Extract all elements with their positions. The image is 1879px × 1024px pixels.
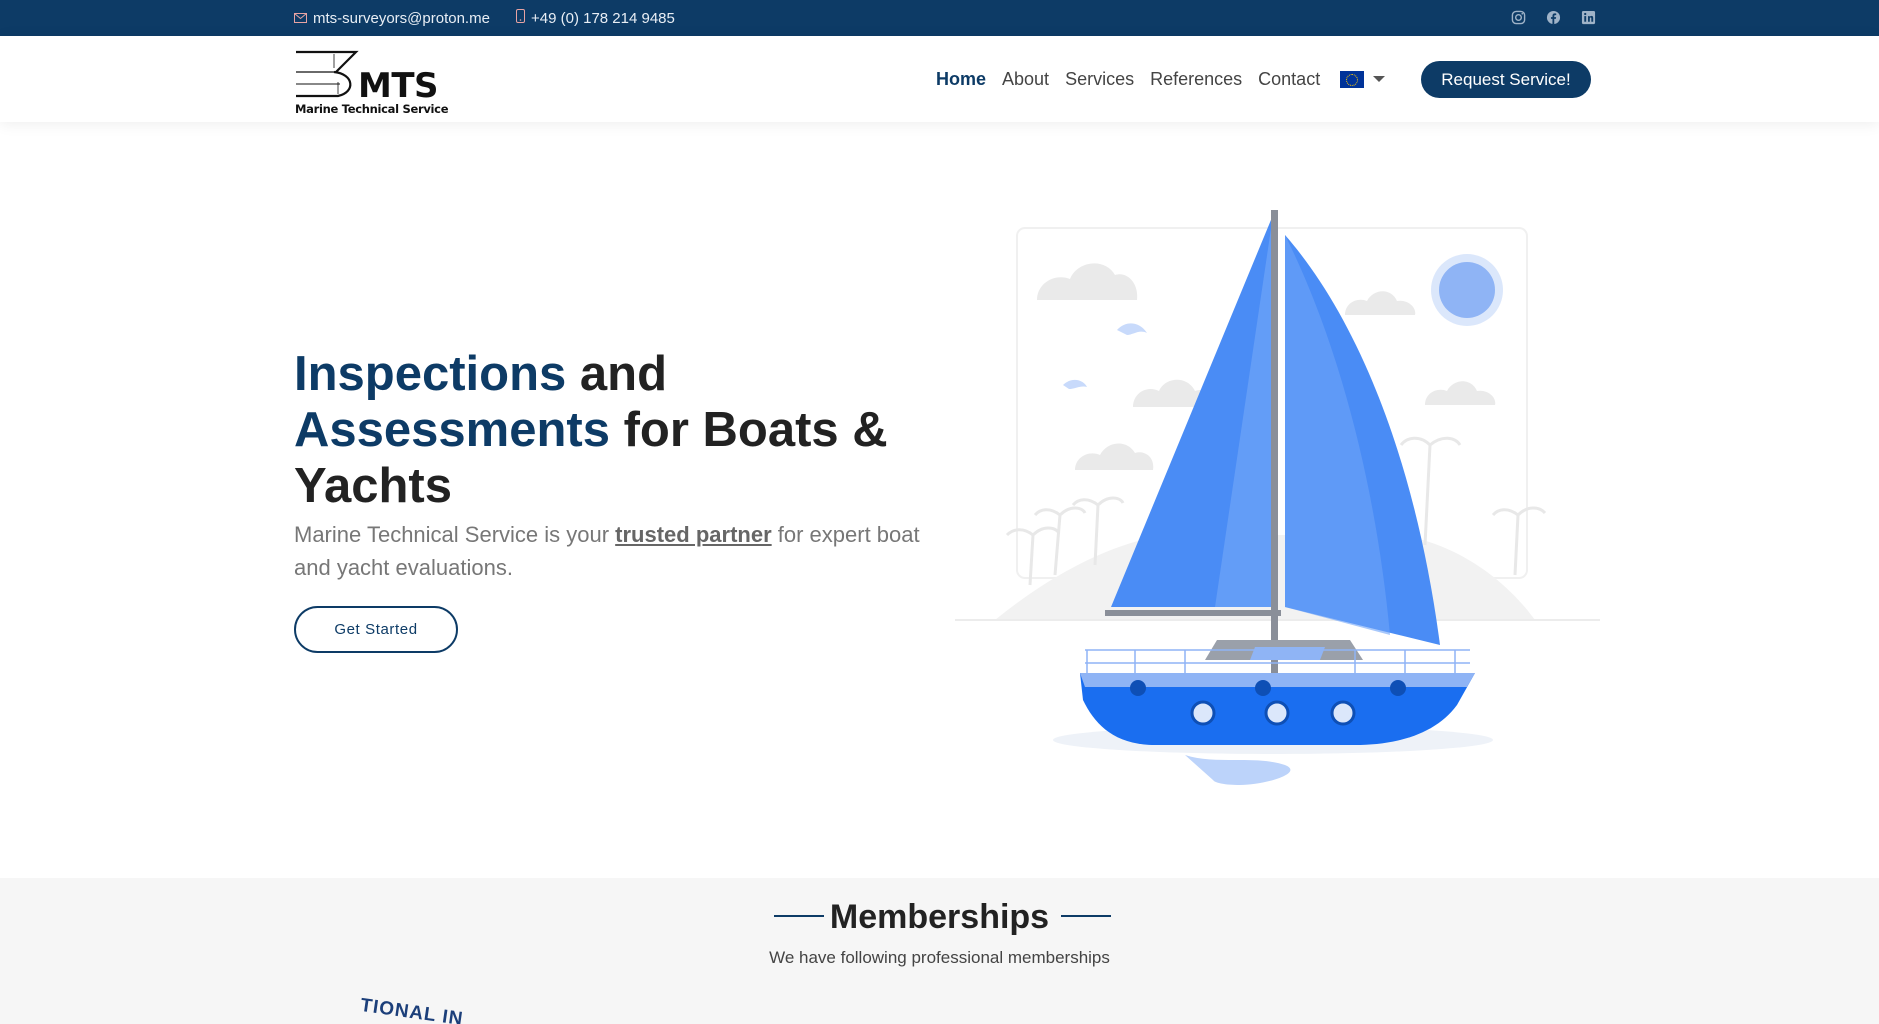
- nav-services[interactable]: Services: [1065, 69, 1134, 90]
- logo-tagline: Marine Technical Service: [295, 102, 449, 116]
- email-text: mts-surveyors@proton.me: [313, 9, 490, 27]
- hero-title-highlight-2: Assessments: [294, 403, 610, 457]
- chevron-down-icon: [1373, 76, 1386, 82]
- eu-flag-icon: [1340, 70, 1365, 88]
- bird-1: [1117, 323, 1147, 335]
- nav-home[interactable]: Home: [936, 69, 986, 90]
- get-started-button[interactable]: Get Started: [294, 606, 458, 653]
- membership-logo-partial: TIONAL IN: [359, 994, 465, 1024]
- boom: [1105, 610, 1281, 616]
- language-selector[interactable]: [1340, 70, 1386, 88]
- hero-title: Inspections and Assessments for Boats & …: [294, 346, 974, 514]
- hero-subtitle-before: Marine Technical Service is your: [294, 522, 616, 547]
- logo-mark-icon: [296, 50, 359, 98]
- email-contact[interactable]: mts-surveyors@proton.me: [294, 0, 490, 36]
- mast: [1271, 210, 1278, 675]
- nav-about[interactable]: About: [1002, 69, 1049, 90]
- social-links: [1511, 0, 1597, 36]
- logo[interactable]: MTS Marine Technical Service: [294, 44, 449, 118]
- main-nav: Home About Services References Contact: [936, 36, 1386, 122]
- top-bar: mts-surveyors@proton.me +49 (0) 178 214 …: [0, 0, 1879, 36]
- hero-title-text-2: for Boats &: [609, 403, 888, 457]
- logo-text: MTS: [358, 66, 439, 106]
- bird-2: [1063, 379, 1087, 389]
- hero-title-text-1: and: [566, 347, 668, 401]
- nav-contact[interactable]: Contact: [1258, 69, 1320, 90]
- hero-subtitle: Marine Technical Service is your trusted…: [294, 518, 954, 584]
- hero-title-highlight-1: Inspections: [294, 347, 567, 401]
- memberships-subtitle: We have following professional membershi…: [769, 948, 1110, 967]
- envelope-icon: [294, 10, 313, 27]
- hero-subtitle-emphasis: trusted partner: [615, 522, 772, 547]
- sun: [1439, 262, 1495, 318]
- hero-title-text-3: Yachts: [294, 459, 452, 513]
- memberships-title: Memberships: [829, 898, 1050, 936]
- instagram-icon[interactable]: [1511, 10, 1527, 26]
- site-header: MTS Marine Technical Service Home About …: [0, 36, 1879, 122]
- phone-contact[interactable]: +49 (0) 178 214 9485: [516, 0, 675, 36]
- phone-text: +49 (0) 178 214 9485: [531, 9, 675, 27]
- nav-references[interactable]: References: [1150, 69, 1242, 90]
- water-reflection: [1185, 755, 1291, 785]
- linkedin-icon[interactable]: [1581, 10, 1597, 26]
- memberships-section: Memberships We have following profession…: [0, 878, 1879, 1024]
- title-line-right: [1061, 915, 1111, 917]
- facebook-icon[interactable]: [1546, 10, 1562, 26]
- sailboat-illustration: [955, 210, 1600, 785]
- phone-icon: [516, 9, 531, 27]
- request-service-button[interactable]: Request Service!: [1421, 61, 1591, 98]
